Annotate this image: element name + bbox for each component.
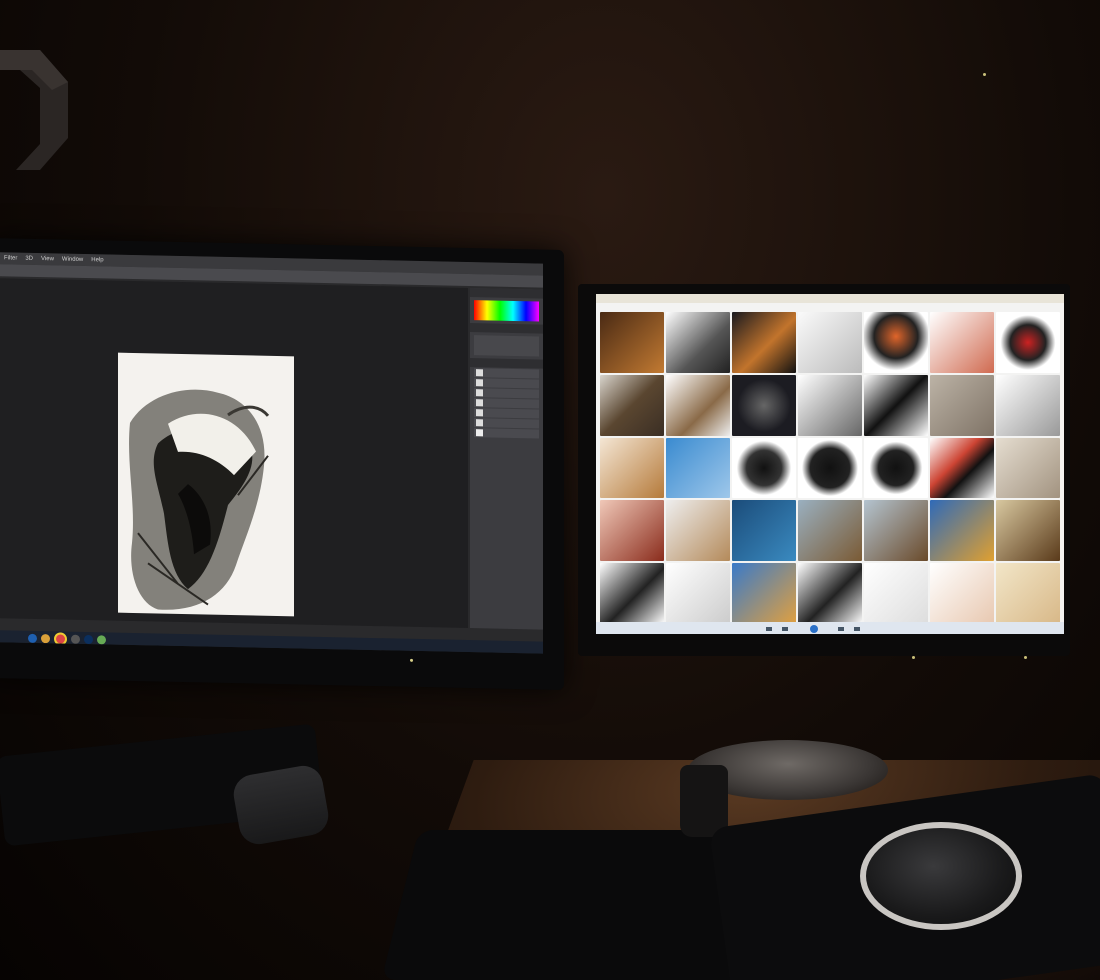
reference-image-grid bbox=[600, 312, 1060, 624]
painting-canvas[interactable] bbox=[118, 352, 294, 617]
menu-item-filter[interactable]: Filter bbox=[4, 255, 17, 261]
reference-thumbnail[interactable] bbox=[798, 374, 862, 436]
reference-thumbnail[interactable] bbox=[600, 500, 664, 562]
reference-thumbnail[interactable] bbox=[600, 312, 664, 373]
ink-sketch-image bbox=[129, 389, 270, 610]
menu-item-3d[interactable]: 3D bbox=[25, 256, 33, 262]
reference-thumbnail[interactable] bbox=[930, 500, 994, 562]
start-button-icon[interactable] bbox=[28, 633, 37, 643]
layer-thumbnail bbox=[476, 429, 483, 437]
reference-thumbnail[interactable] bbox=[930, 374, 994, 436]
windows-taskbar bbox=[0, 630, 543, 654]
chrome-icon[interactable] bbox=[54, 631, 67, 646]
left-screen: Filter 3D View Window Help bbox=[0, 252, 543, 654]
app-icon[interactable] bbox=[71, 634, 80, 644]
reference-thumbnail[interactable] bbox=[864, 374, 928, 436]
app-icon[interactable] bbox=[97, 634, 106, 644]
explorer-icon[interactable] bbox=[41, 633, 50, 643]
layer-thumbnail bbox=[476, 399, 483, 407]
reference-thumbnail[interactable] bbox=[996, 563, 1060, 624]
reference-thumbnail[interactable] bbox=[732, 374, 796, 436]
reference-thumbnail[interactable] bbox=[666, 437, 730, 499]
reference-thumbnail[interactable] bbox=[732, 437, 796, 499]
reference-thumbnail[interactable] bbox=[996, 437, 1060, 499]
reference-thumbnail[interactable] bbox=[864, 500, 928, 562]
reference-thumbnail[interactable] bbox=[930, 312, 994, 373]
speaker bbox=[230, 762, 332, 848]
reference-thumbnail[interactable] bbox=[930, 563, 994, 624]
viewer-control-bar bbox=[596, 622, 1064, 634]
reference-thumbnail[interactable] bbox=[666, 312, 730, 373]
reference-thumbnail[interactable] bbox=[798, 563, 862, 624]
reference-thumbnail[interactable] bbox=[996, 312, 1060, 373]
menu-item-window[interactable]: Window bbox=[62, 256, 83, 262]
reference-thumbnail[interactable] bbox=[732, 563, 796, 624]
hexagon-logo-icon bbox=[0, 50, 68, 170]
reference-thumbnail[interactable] bbox=[930, 437, 994, 499]
reference-thumbnail[interactable] bbox=[600, 563, 664, 624]
reference-thumbnail[interactable] bbox=[600, 374, 664, 436]
reference-thumbnail[interactable] bbox=[864, 437, 928, 499]
left-monitor: Filter 3D View Window Help bbox=[0, 237, 564, 691]
adjustment-icons[interactable] bbox=[474, 335, 539, 357]
wall-light bbox=[983, 73, 986, 76]
menu-item-view[interactable]: View bbox=[41, 256, 54, 262]
layer-row[interactable] bbox=[474, 428, 539, 439]
cup bbox=[680, 765, 728, 837]
photoshop-workspace bbox=[0, 278, 468, 629]
menu-item-help[interactable]: Help bbox=[91, 257, 103, 263]
layer-thumbnail bbox=[476, 369, 483, 377]
power-led bbox=[912, 656, 915, 659]
layer-thumbnail bbox=[476, 389, 483, 397]
reference-thumbnail[interactable] bbox=[600, 437, 664, 499]
power-led bbox=[410, 658, 413, 662]
right-monitor bbox=[578, 284, 1070, 659]
reference-thumbnail[interactable] bbox=[798, 437, 862, 499]
reference-thumbnail[interactable] bbox=[666, 374, 730, 436]
right-screen bbox=[596, 294, 1064, 634]
reference-thumbnail[interactable] bbox=[666, 500, 730, 562]
reference-thumbnail[interactable] bbox=[864, 312, 928, 373]
layer-thumbnail bbox=[476, 379, 483, 387]
layer-row[interactable] bbox=[474, 388, 539, 399]
reference-thumbnail[interactable] bbox=[996, 374, 1060, 436]
layer-row[interactable] bbox=[474, 408, 539, 419]
photoshop-panels bbox=[470, 288, 543, 630]
reference-thumbnail[interactable] bbox=[798, 312, 862, 373]
layers-panel bbox=[470, 358, 543, 369]
reference-thumbnail[interactable] bbox=[864, 563, 928, 624]
power-led bbox=[1024, 656, 1027, 659]
color-panel bbox=[470, 288, 543, 299]
viewer-controls-icon[interactable] bbox=[596, 623, 1064, 634]
photo-scene: Filter 3D View Window Help bbox=[0, 0, 1100, 980]
layer-row[interactable] bbox=[474, 418, 539, 429]
reference-thumbnail[interactable] bbox=[798, 500, 862, 562]
color-ramp[interactable] bbox=[474, 300, 539, 322]
layer-row[interactable] bbox=[474, 378, 539, 389]
layer-row[interactable] bbox=[474, 368, 539, 379]
layer-row[interactable] bbox=[474, 398, 539, 409]
adjustments-panel bbox=[470, 323, 543, 334]
computer-mouse bbox=[860, 822, 1022, 930]
photoshop-icon[interactable] bbox=[84, 634, 93, 644]
image-viewer-titlebar bbox=[596, 294, 1064, 303]
reference-thumbnail[interactable] bbox=[666, 563, 730, 624]
layer-thumbnail bbox=[476, 409, 483, 417]
reference-thumbnail[interactable] bbox=[996, 500, 1060, 562]
reference-thumbnail[interactable] bbox=[732, 312, 796, 373]
reference-thumbnail[interactable] bbox=[732, 500, 796, 562]
layer-thumbnail bbox=[476, 419, 483, 427]
